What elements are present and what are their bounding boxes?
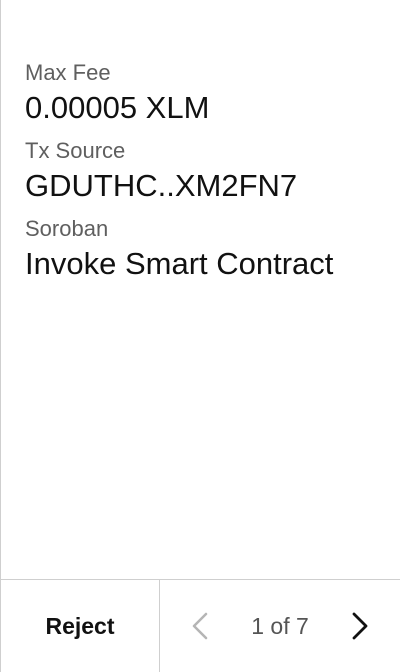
review-screen: Max Fee 0.00005 XLM Tx Source GDUTHC..XM… [0,0,400,672]
reject-button[interactable]: Reject [1,580,160,672]
page-indicator: 1 of 7 [251,612,309,639]
transaction-details: Max Fee 0.00005 XLM Tx Source GDUTHC..XM… [25,58,390,292]
chevron-left-icon[interactable] [186,606,214,646]
tx-source-label: Tx Source [25,138,126,163]
max-fee-label: Max Fee [25,60,111,85]
pagination: 1 of 7 [160,580,400,672]
footer-bar: Reject 1 of 7 [1,579,400,672]
tx-source-value: GDUTHC..XM2FN7 [25,168,298,203]
max-fee-value: 0.00005 XLM [25,90,210,125]
soroban-label: Soroban [25,216,109,241]
soroban-value: Invoke Smart Contract [25,246,334,281]
chevron-right-icon[interactable] [346,606,374,646]
